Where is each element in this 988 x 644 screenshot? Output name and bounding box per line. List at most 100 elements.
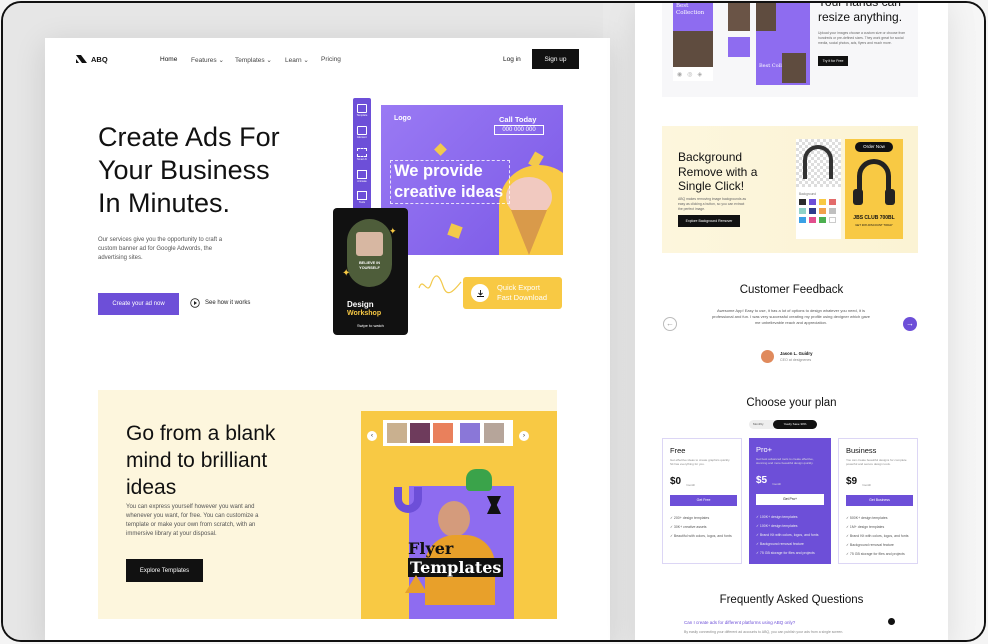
plan-desc: Get effective ideas to create graphics q…	[670, 458, 731, 467]
get-free-button[interactable]: Get Free	[670, 495, 737, 506]
toggle-yearly[interactable]: Yearly Save 30%	[773, 420, 817, 429]
color-swatch[interactable]	[799, 199, 806, 205]
plan-feature: ✓ Beautiful with colors, logos, and font…	[670, 534, 732, 538]
plan-price: $9	[846, 476, 858, 487]
signup-button[interactable]: Sign up	[532, 49, 579, 69]
product-subtitle: GET 30% DISCOUNT TODAY	[855, 223, 893, 227]
resize-description: Upload your images choose a custom size …	[818, 31, 906, 45]
nav-features[interactable]: Features ⌄	[191, 56, 224, 64]
bg-remove-description: ABQ makes removing image backgrounds as …	[678, 197, 747, 211]
logo-text: ABQ	[91, 54, 108, 64]
create-ad-button[interactable]: Create your ad now	[98, 293, 179, 315]
animate-tool-icon[interactable]	[357, 170, 367, 179]
social-icon: ◉	[677, 71, 683, 78]
reviewer-role: CEO at designenes	[780, 358, 812, 362]
tools-tool-icon[interactable]	[357, 191, 367, 200]
collection-card: Best Collection	[673, 3, 713, 31]
login-link[interactable]: Log in	[503, 56, 521, 63]
color-swatch[interactable]	[799, 217, 806, 223]
get-pro-button[interactable]: Get Pro+	[756, 494, 824, 505]
ice-cream-cone	[511, 210, 547, 255]
tool-label: Smart AI	[357, 158, 367, 161]
plan-feature: ✓ 30K+ creative assets	[670, 525, 707, 529]
plan-desc: Get best advanced tools to create effect…	[756, 457, 814, 466]
plan-feature: ✓ 200+ design templates	[670, 516, 710, 520]
collection-card-tall: Best Collection	[756, 3, 810, 85]
social-icons: ◉ ◎ ◈	[673, 67, 713, 81]
section2-title: Go from a blank mind to brilliant ideas	[126, 422, 276, 499]
feedback-prev-button[interactable]: ←	[663, 317, 677, 331]
plan-period: /month	[686, 483, 696, 487]
tool-label: Animate	[357, 180, 367, 183]
color-swatch[interactable]	[829, 199, 836, 205]
flyer-template-preview[interactable]: ‹ › Flyer Templates	[361, 411, 557, 619]
social-icon: ◈	[697, 71, 703, 78]
sparkle-icon: ✦	[389, 226, 397, 236]
plan-card-pro: Pro+ Get best advanced tools to create e…	[749, 438, 831, 564]
try-free-button[interactable]: Try it for Free	[818, 56, 848, 66]
nav-learn[interactable]: Learn ⌄	[285, 56, 309, 64]
tool-label: Tools	[358, 201, 366, 204]
landing-page-right: Best Collection ◉ ◎ ◈ Best Collection Your…	[635, 1, 948, 640]
hero-description: Our services give you the opportunity to…	[98, 237, 223, 261]
billing-toggle[interactable]: Monthly Yearly Save 30%	[749, 420, 817, 429]
element-tool-icon[interactable]	[357, 126, 367, 135]
plan-desc: You can create beautiful designs for com…	[846, 458, 907, 467]
banner-headline: We provide creative ideas	[394, 162, 504, 201]
template-tool-icon[interactable]	[357, 104, 367, 113]
carousel-prev-icon[interactable]: ‹	[367, 431, 377, 441]
get-business-button[interactable]: Get Business	[846, 495, 913, 506]
explore-templates-button[interactable]: Explore Templates	[126, 559, 203, 582]
product-title: JBS CLUB 700BL	[853, 215, 895, 221]
quick-export-box[interactable]: Quick Export Fast Download	[463, 277, 562, 309]
sparkle-icon: ✦	[342, 268, 351, 279]
collection-photo	[673, 31, 713, 67]
plan-feature: ✓ 75 GB storage for files and projects	[756, 551, 815, 555]
color-swatch[interactable]	[819, 217, 826, 223]
color-swatch[interactable]	[809, 199, 816, 205]
nav-home[interactable]: Home	[160, 56, 177, 63]
plan-feature: ✓ Brand Kit with colors, logos, and font…	[756, 533, 819, 537]
plan-feature: ✓ Background removal feature	[756, 542, 804, 546]
blank-to-brilliant-section: Go from a blank mind to brilliant ideas …	[98, 390, 557, 619]
color-swatch[interactable]	[809, 217, 816, 223]
banner-canvas[interactable]: Logo Call Today 000 000 000 We provide c…	[381, 105, 563, 255]
color-swatch[interactable]	[829, 217, 836, 223]
color-swatch[interactable]	[819, 208, 826, 214]
card-badge-text: BELIEVE IN YOURSELF	[358, 261, 381, 270]
feedback-title: Customer Feedback	[739, 284, 844, 296]
explore-bg-remover-button[interactable]: Explore Background Remover	[678, 215, 740, 227]
resize-title: Your hands can resize anything.	[818, 1, 903, 24]
color-swatch[interactable]	[819, 199, 826, 205]
toggle-monthly[interactable]: Monthly	[753, 422, 764, 426]
social-icon: ◎	[687, 71, 693, 78]
tool-label: Template	[356, 114, 368, 117]
see-how-it-works-link[interactable]: See how it works	[190, 298, 250, 308]
smart-ai-tool-icon[interactable]	[357, 148, 367, 157]
card-title: Design	[347, 300, 374, 309]
color-swatch[interactable]	[829, 208, 836, 214]
card-link[interactable]: Swipe to watch	[357, 323, 384, 328]
product-poster: Order Now JBS CLUB 700BL GET 30% DISCOUN…	[845, 139, 903, 239]
nav-templates[interactable]: Templates ⌄	[235, 56, 272, 64]
plan-period: /month	[862, 483, 872, 487]
card-subtitle: Workshop	[347, 310, 382, 317]
nav-pricing[interactable]: Pricing	[321, 56, 341, 63]
swatch-label: Background	[799, 192, 817, 196]
faq-question[interactable]: Can I create ads for different platforms…	[684, 620, 795, 625]
reviewer-name: Jason L. Guidry	[780, 351, 813, 356]
feedback-next-button[interactable]: →	[903, 317, 917, 331]
call-today-label: Call Today	[499, 115, 537, 124]
logo[interactable]: ABQ	[75, 54, 108, 64]
editor-toolbar: Template Element Smart AI Animate Tools	[353, 98, 371, 210]
faq-toggle-icon[interactable]	[888, 618, 895, 625]
collection-tag: Best Collection	[676, 3, 705, 16]
color-swatch[interactable]	[799, 208, 806, 214]
order-now-badge[interactable]: Order Now	[855, 142, 893, 152]
color-swatch[interactable]	[809, 208, 816, 214]
banner-logo: Logo	[394, 115, 412, 122]
carousel-next-icon[interactable]: ›	[519, 431, 529, 441]
poster-title: Flyer Templates	[408, 539, 504, 577]
bg-editor-panel: Background	[796, 139, 841, 239]
tool-label: Element	[357, 136, 367, 139]
